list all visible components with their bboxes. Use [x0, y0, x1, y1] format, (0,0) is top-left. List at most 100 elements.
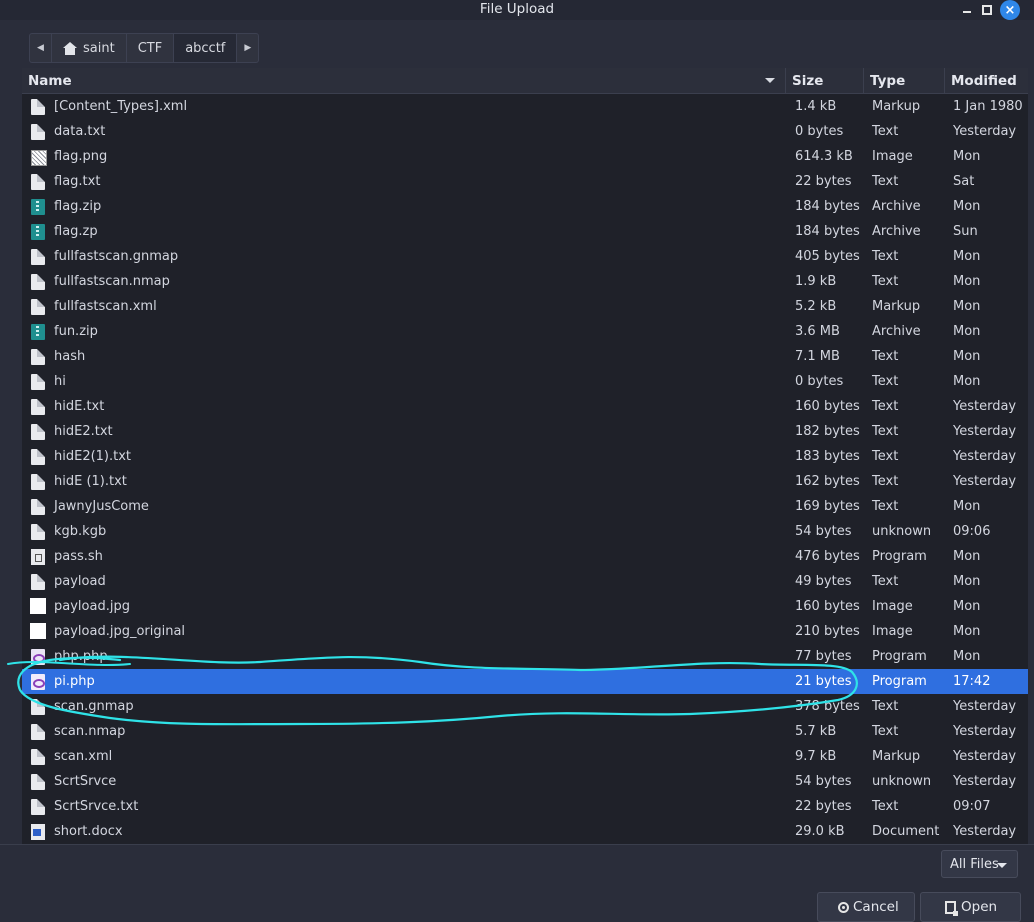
text-file-icon	[31, 399, 45, 415]
text-file-icon	[31, 249, 45, 265]
file-list[interactable]: Name Size Type Modified [Content_Types].…	[22, 68, 1028, 844]
file-type: Markup	[872, 749, 921, 764]
file-row[interactable]: fullfastscan.gnmap 405 bytes Text Mon	[22, 244, 1028, 269]
breadcrumb-label: saint	[83, 40, 115, 56]
file-name: fullfastscan.nmap	[54, 274, 170, 289]
file-row[interactable]: hash 7.1 MB Text Mon	[22, 344, 1028, 369]
column-header-name[interactable]: Name	[22, 68, 786, 93]
breadcrumb-forward-button[interactable]: ▶	[237, 34, 258, 62]
file-row[interactable]: [Content_Types].xml 1.4 kB Markup 1 Jan 198…	[22, 94, 1028, 119]
file-row[interactable]: pi.php 21 bytes Program 17:42	[22, 669, 1028, 694]
file-row[interactable]: payload 49 bytes Text Mon	[22, 569, 1028, 594]
file-type-filter-select[interactable]: All Files	[941, 850, 1018, 878]
column-header-type[interactable]: Type	[864, 68, 945, 93]
file-name: hi	[54, 374, 66, 389]
file-type: Text	[872, 124, 899, 139]
file-name: scan.gnmap	[54, 699, 134, 714]
file-row[interactable]: scan.xml 9.7 kB Markup Yesterday	[22, 744, 1028, 769]
file-row[interactable]: flag.zip 184 bytes Archive Mon	[22, 194, 1028, 219]
file-size: 184 bytes	[795, 199, 860, 214]
file-type: Text	[872, 449, 899, 464]
file-type: Archive	[872, 324, 921, 339]
text-file-icon	[31, 374, 45, 390]
file-size: 1.4 kB	[795, 99, 837, 114]
file-name: pass.sh	[54, 549, 103, 564]
file-modified: 09:07	[953, 799, 991, 814]
file-type: Text	[872, 799, 899, 814]
file-name: flag.png	[54, 149, 108, 164]
file-type: Text	[872, 399, 899, 414]
file-modified: Yesterday	[953, 449, 1017, 464]
maximize-icon[interactable]	[978, 1, 996, 19]
file-type: Text	[872, 249, 899, 264]
file-row[interactable]: payload.jpg 160 bytes Image Mon	[22, 594, 1028, 619]
file-modified: 1 Jan 1980	[953, 99, 1023, 114]
file-row[interactable]: flag.png 614.3 kB Image Mon	[22, 144, 1028, 169]
file-row[interactable]: ScrtSrvce 54 bytes unknown Yesterday	[22, 769, 1028, 794]
minimize-icon[interactable]	[958, 1, 976, 19]
file-row[interactable]: hidE2.txt 182 bytes Text Yesterday	[22, 419, 1028, 444]
file-name: fullfastscan.xml	[54, 299, 157, 314]
file-row[interactable]: scan.gnmap 378 bytes Text Yesterday	[22, 694, 1028, 719]
file-row[interactable]: hi 0 bytes Text Mon	[22, 369, 1028, 394]
file-row[interactable]: kgb.kgb 54 bytes unknown 09:06	[22, 519, 1028, 544]
breadcrumb-item-ctf[interactable]: CTF	[127, 34, 175, 62]
file-modified: Mon	[953, 299, 981, 314]
file-size: 22 bytes	[795, 799, 852, 814]
file-size: 0 bytes	[795, 124, 844, 139]
file-row[interactable]: payload.jpg_original 210 bytes Image Mon	[22, 619, 1028, 644]
file-row[interactable]: fullfastscan.xml 5.2 kB Markup Mon	[22, 294, 1028, 319]
file-size: 54 bytes	[795, 774, 852, 789]
file-name: fun.zip	[54, 324, 98, 339]
file-type: Markup	[872, 99, 921, 114]
file-row[interactable]: JawnyJusCome 169 bytes Text Mon	[22, 494, 1028, 519]
file-row[interactable]: fullfastscan.nmap 1.9 kB Text Mon	[22, 269, 1028, 294]
file-type: unknown	[872, 774, 932, 789]
column-header-size[interactable]: Size	[786, 68, 864, 93]
text-file-icon	[31, 174, 45, 190]
file-name: scan.nmap	[54, 724, 126, 739]
text-file-icon	[31, 724, 45, 740]
file-name: payload.jpg	[54, 599, 130, 614]
column-header-modified[interactable]: Modified	[945, 68, 1028, 93]
breadcrumb-back-button[interactable]: ◀	[30, 34, 52, 62]
file-row[interactable]: data.txt 0 bytes Text Yesterday	[22, 119, 1028, 144]
file-size: 210 bytes	[795, 624, 860, 639]
archive-file-icon	[31, 224, 45, 240]
open-button[interactable]: Open	[920, 892, 1021, 922]
file-name: flag.txt	[54, 174, 101, 189]
file-row[interactable]: fun.zip 3.6 MB Archive Mon	[22, 319, 1028, 344]
file-size: 476 bytes	[795, 549, 860, 564]
file-modified: Mon	[953, 324, 981, 339]
breadcrumb-item-home[interactable]: saint	[52, 34, 127, 62]
file-row[interactable]: flag.zp 184 bytes Archive Sun	[22, 219, 1028, 244]
open-icon	[945, 900, 958, 916]
file-type: Text	[872, 574, 899, 589]
file-name: flag.zip	[54, 199, 102, 214]
blank-image-icon	[30, 598, 46, 614]
file-row[interactable]: php.php 77 bytes Program Mon	[22, 644, 1028, 669]
file-name: pi.php	[54, 674, 95, 689]
file-row[interactable]: hidE (1).txt 162 bytes Text Yesterday	[22, 469, 1028, 494]
breadcrumb-item-abcctf[interactable]: abcctf	[174, 34, 238, 62]
file-modified: Yesterday	[953, 424, 1017, 439]
file-size: 405 bytes	[795, 249, 860, 264]
file-row[interactable]: pass.sh 476 bytes Program Mon	[22, 544, 1028, 569]
file-name: hidE2(1).txt	[54, 449, 132, 464]
home-icon	[63, 41, 77, 55]
cancel-button[interactable]: Cancel	[817, 892, 915, 922]
file-row[interactable]: flag.txt 22 bytes Text Sat	[22, 169, 1028, 194]
file-name: JawnyJusCome	[54, 499, 149, 514]
column-modified-label: Modified	[951, 72, 1017, 89]
text-file-icon	[31, 124, 45, 140]
file-modified: Mon	[953, 274, 981, 289]
file-row[interactable]: hidE2(1).txt 183 bytes Text Yesterday	[22, 444, 1028, 469]
file-row[interactable]: scan.nmap 5.7 kB Text Yesterday	[22, 719, 1028, 744]
file-modified: Mon	[953, 149, 981, 164]
file-row[interactable]: ScrtSrvce.txt 22 bytes Text 09:07	[22, 794, 1028, 819]
file-name: payload	[54, 574, 106, 589]
file-row[interactable]: hidE.txt 160 bytes Text Yesterday	[22, 394, 1028, 419]
file-row[interactable]: short.docx 29.0 kB Document Yesterday	[22, 819, 1028, 844]
text-file-icon	[31, 424, 45, 440]
close-icon[interactable]: ×	[1000, 0, 1020, 20]
